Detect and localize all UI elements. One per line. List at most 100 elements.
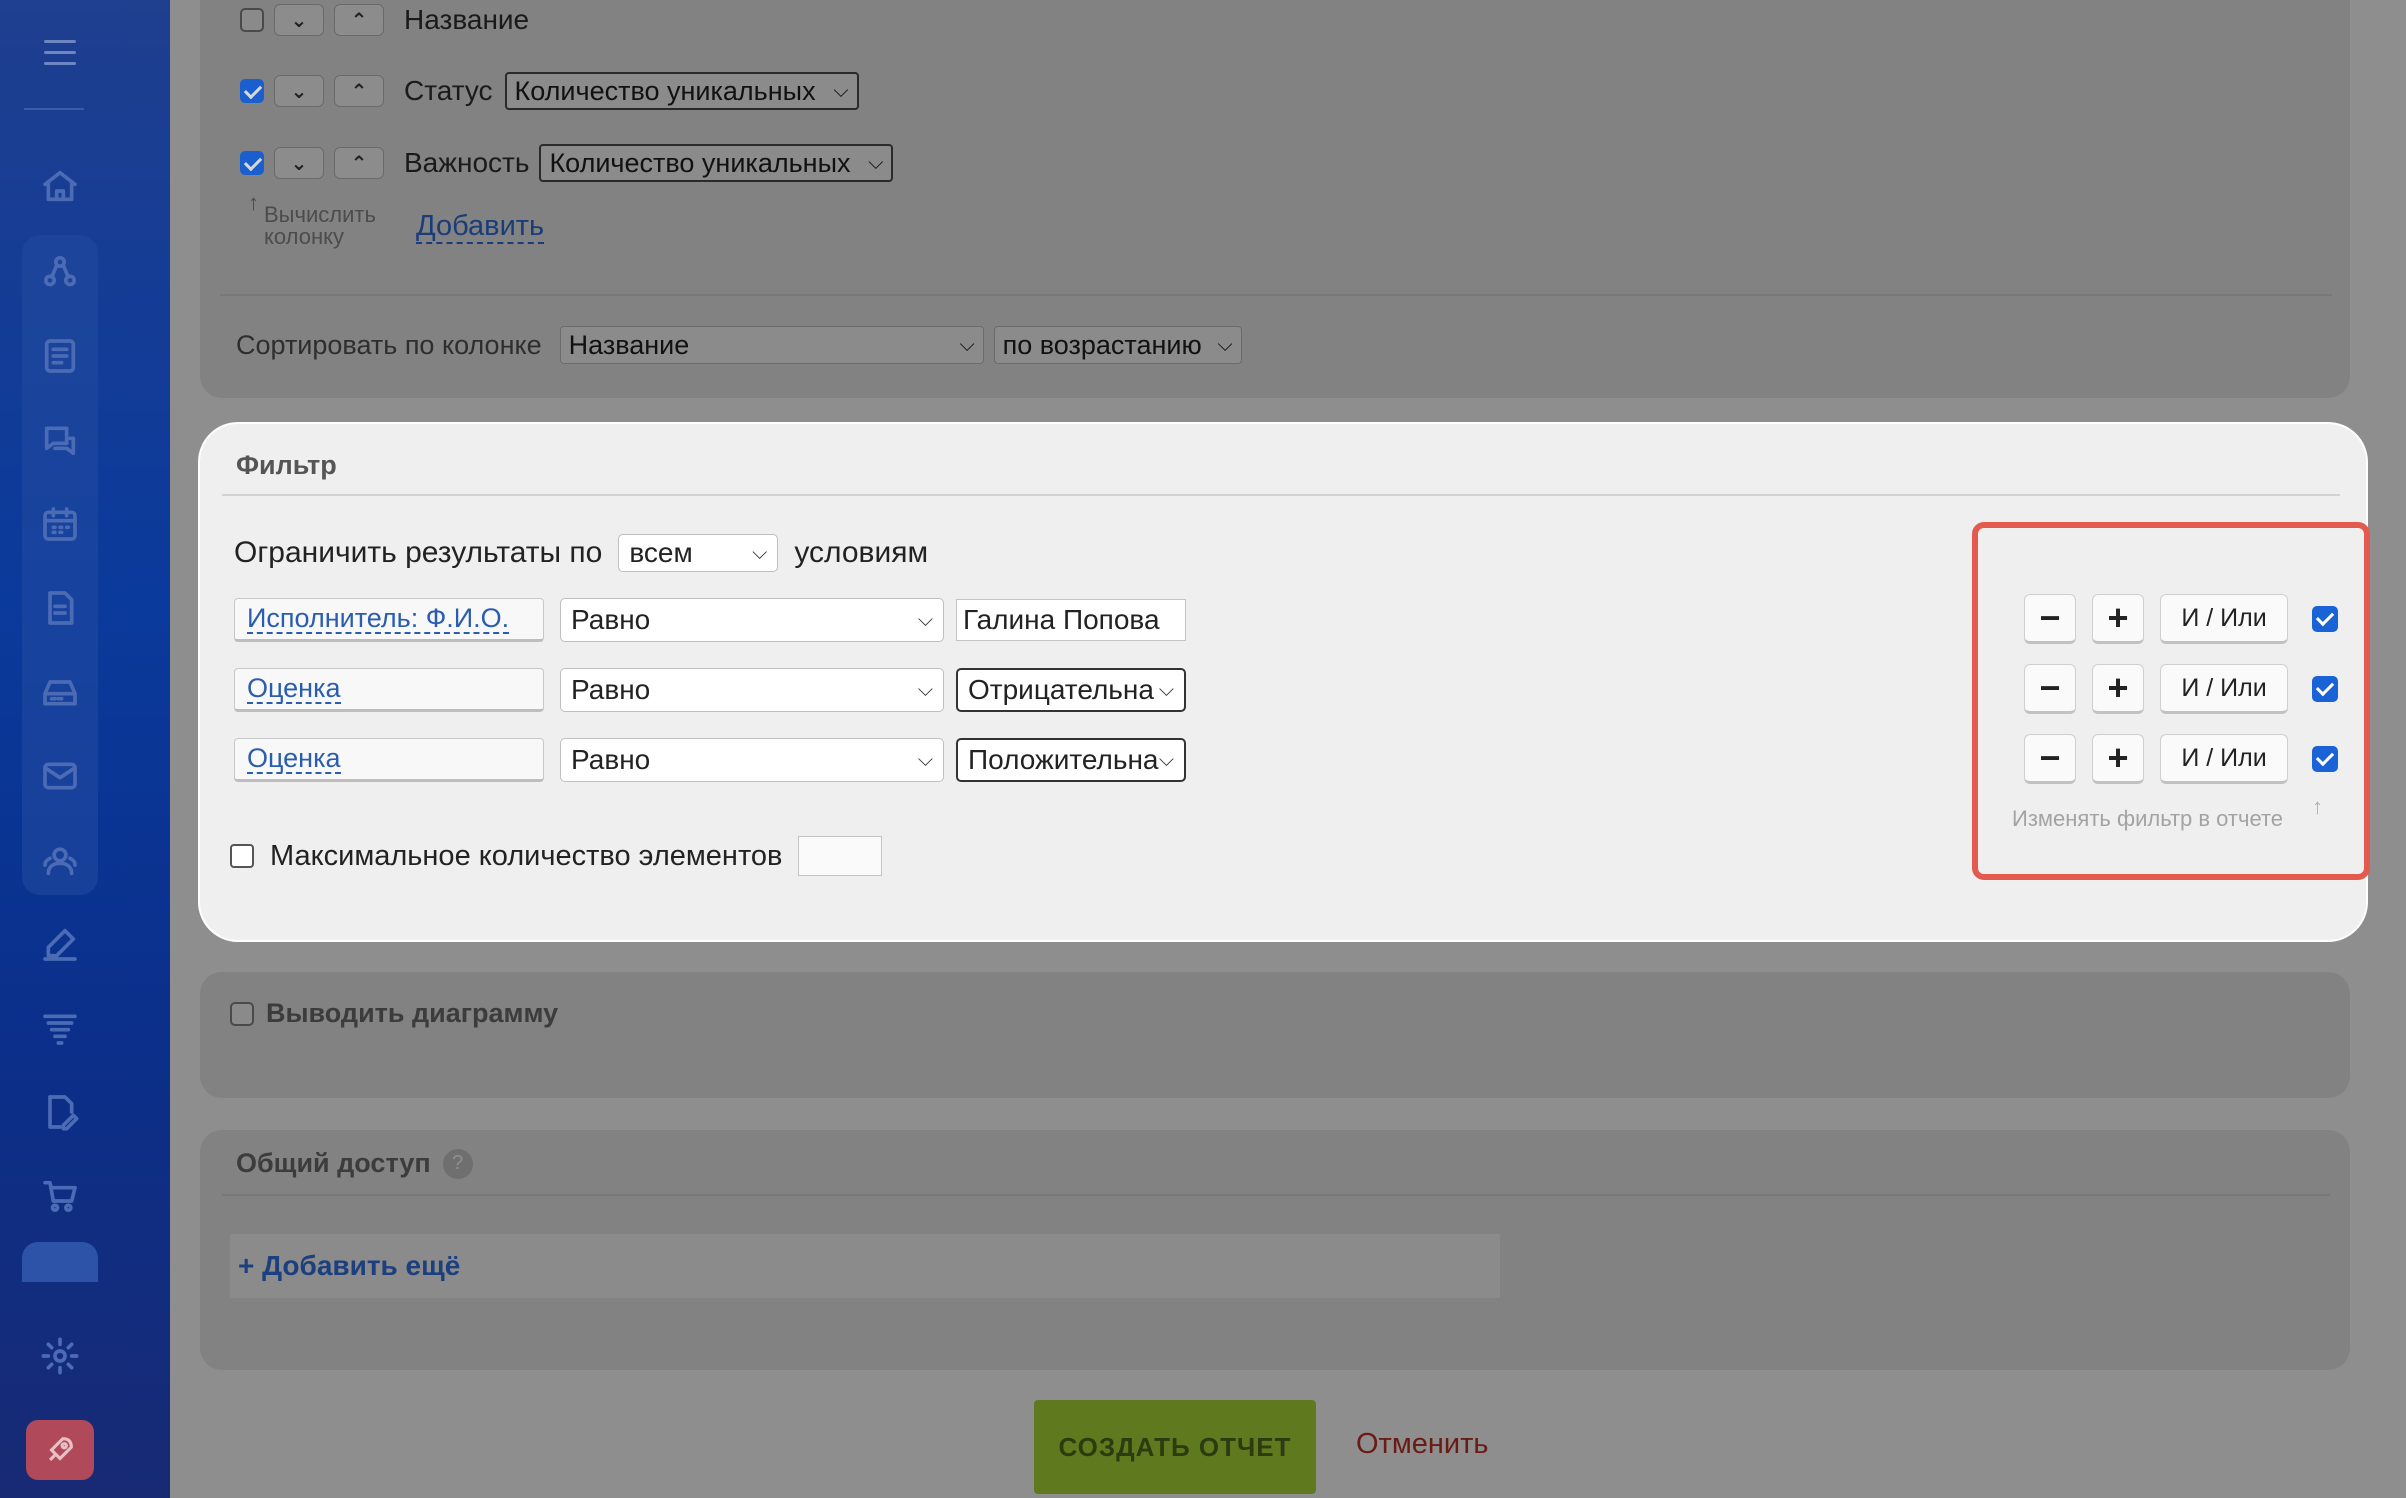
- aggregate-value: Количество уникальных: [549, 147, 851, 178]
- chevron-down-icon: ⌵: [959, 333, 975, 356]
- filter-field-button[interactable]: Оценка: [234, 738, 544, 782]
- and-or-button[interactable]: И / Или: [2160, 734, 2288, 784]
- document-icon[interactable]: [30, 578, 90, 638]
- aggregate-value: Количество уникальных: [514, 75, 816, 106]
- add-condition-button[interactable]: +: [2092, 594, 2144, 644]
- move-down-button[interactable]: ⌄: [274, 147, 324, 179]
- filter-value-input[interactable]: Галина Попова: [956, 599, 1186, 641]
- sort-row: Сортировать по колонке Название ⌵ по возр…: [236, 326, 1242, 364]
- divider: [222, 1194, 2330, 1196]
- diagram-panel: Выводить диаграмму: [200, 972, 2350, 1098]
- menu-icon[interactable]: [44, 40, 76, 68]
- add-column-link[interactable]: Добавить: [416, 210, 545, 244]
- crm-icon[interactable]: [30, 242, 90, 302]
- filter-operator-select[interactable]: Равно ⌵: [560, 738, 944, 782]
- filter-value-select[interactable]: Положительна ⌵: [956, 738, 1186, 782]
- compute-column-hint[interactable]: Вычислить колонку: [264, 204, 394, 248]
- remove-condition-button[interactable]: −: [2024, 594, 2076, 644]
- move-down-button[interactable]: ⌄: [274, 4, 324, 36]
- column-row: ⌄ ⌃ Статус Количество уникальных ⌵: [240, 72, 859, 110]
- max-items-checkbox[interactable]: [230, 844, 254, 868]
- calendar-icon[interactable]: [30, 494, 90, 554]
- and-or-button[interactable]: И / Или: [2160, 594, 2288, 644]
- aggregate-select[interactable]: Количество уникальных ⌵: [539, 144, 894, 182]
- access-header: Общий доступ ?: [236, 1148, 473, 1179]
- filter-condition-row: Исполнитель: Ф.И.О. Равно ⌵ Галина Попова: [234, 598, 1186, 642]
- column-row: ⌄ ⌃ Важность Количество уникальных ⌵: [240, 144, 894, 182]
- add-condition-button[interactable]: +: [2092, 664, 2144, 714]
- mail-icon[interactable]: [30, 746, 90, 806]
- filter-title: Фильтр: [236, 450, 337, 480]
- chevron-down-icon: ⌵: [1217, 333, 1233, 356]
- add-more-row[interactable]: + Добавить ещё: [230, 1234, 1500, 1298]
- arrow-up-icon: ↑: [2312, 794, 2323, 819]
- create-report-button[interactable]: СОЗДАТЬ ОТЧЕТ: [1034, 1400, 1316, 1494]
- chevron-down-icon: ⌵: [1158, 678, 1174, 701]
- edit-doc-icon[interactable]: [30, 1082, 90, 1142]
- divider: [220, 294, 2332, 296]
- chevron-down-icon: ⌵: [917, 748, 933, 771]
- users-icon[interactable]: [30, 830, 90, 890]
- rocket-icon[interactable]: [26, 1420, 94, 1480]
- filter-value-select[interactable]: Отрицательна ⌵: [956, 668, 1186, 712]
- limit-row: Ограничить результаты по всем ⌵ условиям: [234, 534, 928, 572]
- add-condition-button[interactable]: +: [2092, 734, 2144, 784]
- filter-field-label: Оценка: [247, 743, 341, 774]
- aggregate-select[interactable]: Количество уникальных ⌵: [504, 72, 859, 110]
- column-checkbox[interactable]: [240, 8, 264, 32]
- filter-value-text: Отрицательна: [968, 674, 1154, 705]
- column-checkbox[interactable]: [240, 151, 264, 175]
- limit-mode-value: всем: [629, 537, 693, 568]
- cancel-link[interactable]: Отменить: [1356, 1428, 1489, 1461]
- filter-field-button[interactable]: Исполнитель: Ф.И.О.: [234, 598, 544, 642]
- cart-icon[interactable]: [30, 1166, 90, 1226]
- sort-column-select[interactable]: Название ⌵: [559, 326, 984, 364]
- sign-icon[interactable]: [30, 914, 90, 974]
- sort-order-select[interactable]: по возрастанию ⌵: [993, 326, 1242, 364]
- filter-operator-select[interactable]: Равно ⌵: [560, 598, 944, 642]
- add-more-link[interactable]: + Добавить ещё: [238, 1250, 460, 1282]
- max-items-label: Максимальное количество элементов: [270, 839, 783, 872]
- change-filter-hint: Изменять фильтр в отчете: [2012, 806, 2284, 831]
- inbox-icon[interactable]: [30, 662, 90, 722]
- limit-mode-select[interactable]: всем ⌵: [618, 534, 779, 572]
- filter-controls-row: − + И / Или: [2024, 734, 2338, 784]
- limit-prefix: Ограничить результаты по: [234, 536, 603, 569]
- and-or-button[interactable]: И / Или: [2160, 664, 2288, 714]
- filter-operator-select[interactable]: Равно ⌵: [560, 668, 944, 712]
- settings-icon[interactable]: [30, 1326, 90, 1386]
- filter-stack-icon[interactable]: [30, 998, 90, 1058]
- filter-field-label: Оценка: [247, 673, 341, 704]
- move-up-button[interactable]: ⌃: [334, 75, 384, 107]
- arrow-up-icon: ↑: [248, 190, 259, 215]
- filter-field-label: Исполнитель: Ф.И.О.: [247, 603, 510, 634]
- chevron-down-icon: ⌵: [833, 79, 849, 102]
- max-items-row: Максимальное количество элементов: [230, 836, 883, 876]
- home-icon[interactable]: [30, 156, 90, 216]
- diagram-checkbox[interactable]: [230, 1001, 254, 1026]
- tasks-icon[interactable]: [22, 1242, 98, 1282]
- change-in-report-checkbox[interactable]: [2312, 746, 2338, 772]
- news-icon[interactable]: [30, 326, 90, 386]
- filter-field-button[interactable]: Оценка: [234, 668, 544, 712]
- change-in-report-checkbox[interactable]: [2312, 606, 2338, 632]
- chat-icon[interactable]: [30, 410, 90, 470]
- remove-condition-button[interactable]: −: [2024, 734, 2076, 784]
- filter-operator-value: Равно: [571, 674, 651, 705]
- remove-condition-button[interactable]: −: [2024, 664, 2076, 714]
- help-icon[interactable]: ?: [442, 1148, 473, 1179]
- add-column-label: Добавить: [416, 210, 545, 244]
- filter-controls-row: − + И / Или: [2024, 664, 2338, 714]
- sort-label: Сортировать по колонке: [236, 329, 542, 360]
- move-up-button[interactable]: ⌃: [334, 147, 384, 179]
- change-in-report-checkbox[interactable]: [2312, 676, 2338, 702]
- column-checkbox[interactable]: [240, 79, 264, 103]
- sort-column-value: Название: [568, 329, 690, 360]
- column-label: Название: [404, 4, 530, 35]
- move-up-button[interactable]: ⌃: [334, 4, 384, 36]
- chevron-down-icon: ⌵: [1158, 748, 1174, 771]
- move-down-button[interactable]: ⌄: [274, 75, 324, 107]
- max-items-input[interactable]: [798, 836, 883, 876]
- diagram-row: Выводить диаграмму: [230, 998, 558, 1029]
- diagram-label: Выводить диаграмму: [266, 998, 559, 1028]
